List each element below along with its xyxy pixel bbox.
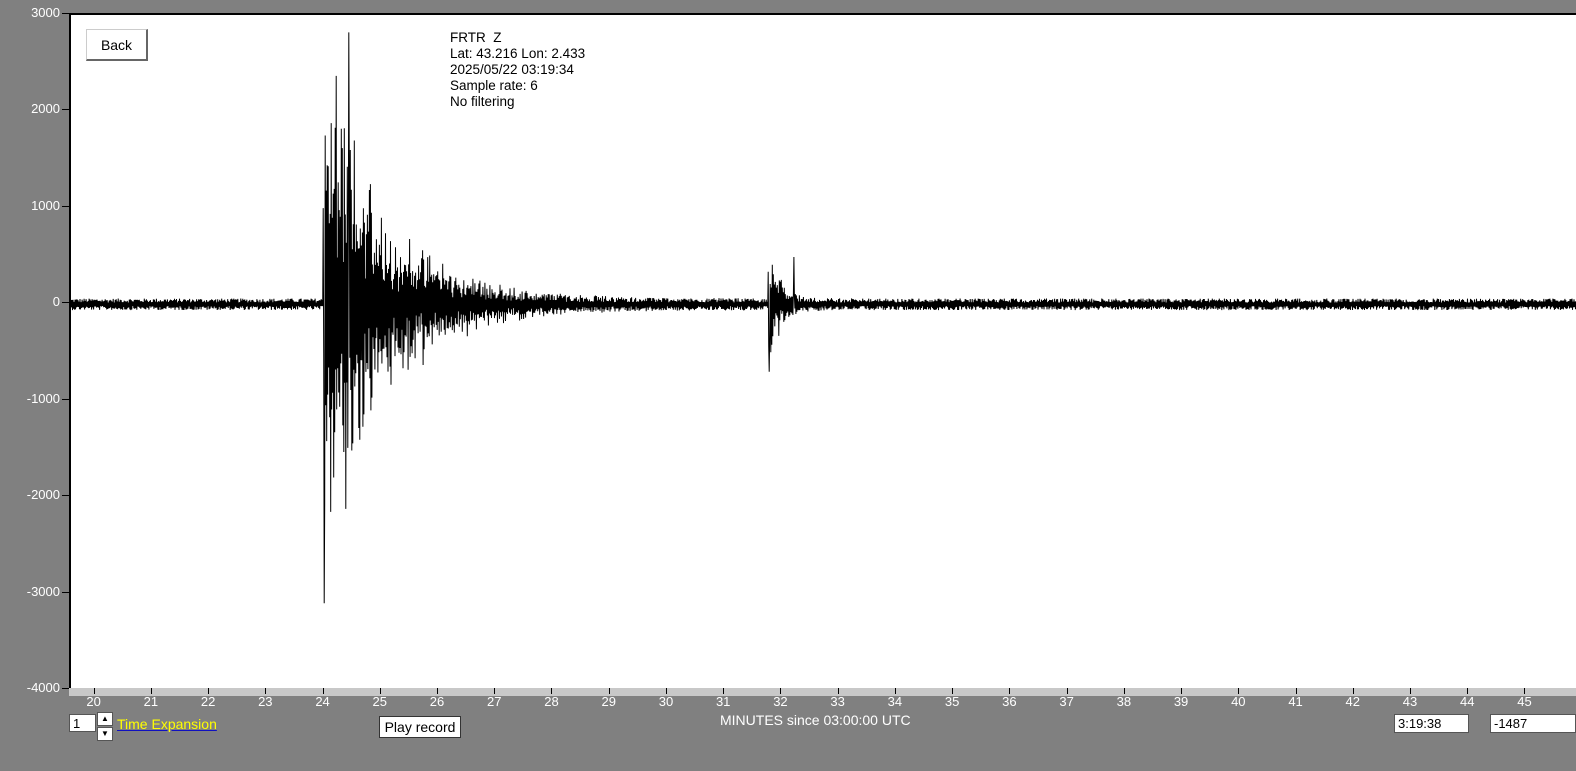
x-tick-label: 25 [372, 694, 388, 709]
x-tick-mark [837, 688, 839, 694]
x-tick-mark [1066, 688, 1068, 694]
x-tick-label: 34 [887, 694, 903, 709]
x-tick-mark [1524, 688, 1526, 694]
x-tick-label: 32 [773, 694, 788, 709]
x-tick-label: 42 [1345, 694, 1361, 709]
spin-up-icon[interactable]: ▲ [97, 712, 113, 726]
x-tick-mark [1352, 688, 1354, 694]
cursor-time-readout[interactable] [1394, 714, 1469, 733]
x-tick-label: 29 [601, 694, 616, 709]
x-tick-mark [494, 688, 496, 694]
x-tick-label: 26 [429, 694, 445, 709]
time-expansion-input[interactable] [69, 714, 96, 732]
x-tick-mark [150, 688, 152, 694]
y-tick-mark [62, 13, 69, 14]
y-tick-label: -3000 [26, 583, 60, 599]
x-tick-label: 36 [1002, 694, 1017, 709]
x-tick-label: 38 [1116, 694, 1132, 709]
time-expansion-label: Time Expansion [117, 716, 217, 732]
x-tick-label: 41 [1288, 694, 1303, 709]
y-tick-mark [62, 398, 69, 400]
x-tick-mark [1238, 688, 1240, 694]
x-tick-label: 44 [1460, 694, 1475, 709]
y-tick-label: -2000 [26, 487, 60, 503]
x-tick-label: 40 [1231, 694, 1246, 709]
x-tick-label: 24 [315, 694, 330, 709]
spin-down-icon[interactable]: ▼ [97, 727, 113, 741]
x-tick-mark [1410, 688, 1412, 694]
cursor-value-readout[interactable] [1490, 714, 1576, 733]
y-tick-mark [62, 109, 69, 111]
x-tick-label: 39 [1173, 694, 1189, 709]
x-tick-mark [665, 688, 667, 694]
seismogram-trace-line [71, 32, 1576, 604]
x-tick-label: 23 [258, 694, 273, 709]
seismogram-trace-svg [71, 32, 1576, 604]
y-tick-label: -1000 [26, 390, 60, 406]
x-tick-mark [780, 688, 782, 694]
x-tick-label: 27 [487, 694, 502, 709]
x-tick-label: 30 [658, 694, 674, 709]
x-tick-label: 21 [143, 694, 159, 709]
y-tick-mark [62, 302, 69, 304]
x-tick-label: 43 [1402, 694, 1418, 709]
x-tick-label: 33 [830, 694, 845, 709]
x-tick-mark [93, 688, 95, 694]
station-name: FRTR Z [450, 30, 502, 45]
x-tick-mark [265, 688, 267, 694]
x-axis-label: MINUTES since 03:00:00 UTC [720, 712, 911, 728]
y-tick-mark [62, 205, 69, 207]
x-tick-mark [1467, 688, 1469, 694]
x-tick-label: 45 [1517, 694, 1532, 709]
x-tick-mark [1123, 688, 1125, 694]
station-location: Lat: 43.216 Lon: 2.433 [450, 46, 586, 61]
sample-rate: Sample rate: 6 [450, 78, 538, 93]
y-tick-label: 3000 [31, 5, 60, 20]
play-record-button[interactable]: Play record [379, 716, 461, 738]
x-tick-mark [322, 688, 324, 694]
x-tick-mark [952, 688, 954, 694]
x-tick-label: 37 [1059, 694, 1074, 709]
x-tick-mark [437, 688, 439, 694]
x-tick-mark [1295, 688, 1297, 694]
x-tick-label: 31 [715, 694, 731, 709]
y-tick-mark [62, 688, 69, 689]
x-tick-label: 20 [86, 694, 101, 709]
x-tick-mark [608, 688, 610, 694]
x-tick-label: 22 [200, 694, 216, 709]
x-tick-label: 28 [544, 694, 559, 709]
x-tick-mark [723, 688, 725, 694]
x-tick-mark [894, 688, 896, 694]
y-tick-mark [62, 495, 69, 497]
x-tick-label: 35 [944, 694, 960, 709]
filter-status: No filtering [450, 94, 515, 109]
x-tick-mark [551, 688, 553, 694]
seismogram-plot[interactable] [69, 13, 1576, 688]
station-info: FRTR Z Lat: 43.216 Lon: 2.433 2025/05/22… [450, 30, 585, 110]
y-tick-label: -4000 [26, 680, 60, 695]
y-tick-label: 1000 [31, 197, 60, 213]
y-tick-mark [62, 591, 69, 593]
x-tick-mark [379, 688, 381, 694]
x-tick-mark [1009, 688, 1011, 694]
record-datetime: 2025/05/22 03:19:34 [450, 62, 574, 77]
x-tick-mark [208, 688, 210, 694]
y-tick-label: 0 [52, 294, 60, 310]
y-tick-label: 2000 [31, 101, 60, 117]
x-tick-mark [1181, 688, 1183, 694]
back-button[interactable]: Back [86, 29, 148, 61]
